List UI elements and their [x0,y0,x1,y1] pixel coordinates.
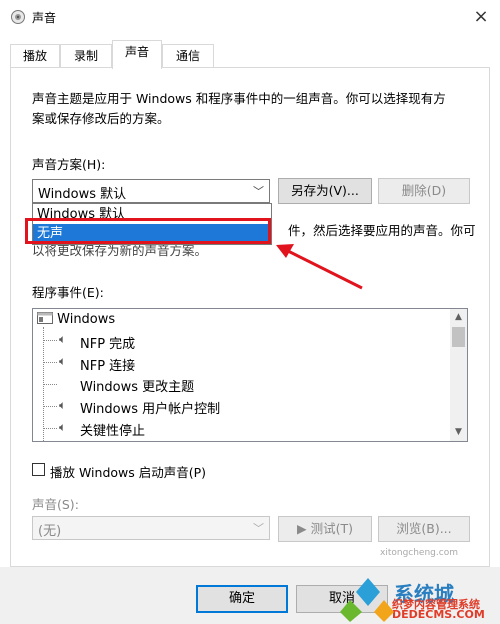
scheme-selected-value: Windows 默认 [38,187,127,202]
scheme-select[interactable]: Windows 默认 ﹀ [32,179,270,203]
sound-selected-value: (无) [38,524,62,539]
speaker-app-icon [10,9,26,25]
annotation-arrow [276,244,363,290]
tree-branch [43,406,57,407]
test-button[interactable]: ▶ 测试(T) [278,516,372,542]
list-item[interactable]: Windows 用户帐户控制 [80,398,220,417]
speaker-icon: 🔈︎ [59,398,67,412]
delete-button[interactable]: 删除(D) [378,178,470,204]
tree-branch [43,362,57,363]
close-icon[interactable]: × [468,4,494,30]
list-item[interactable]: NFP 完成 [80,333,135,352]
scroll-up-icon[interactable]: ▲ [450,309,467,326]
startup-sound-label: 播放 Windows 启动声音(P) [50,465,207,480]
chevron-down-icon: ﹀ [253,185,264,198]
browse-button[interactable]: 浏览(B)... [378,516,470,542]
intro-line-2: 案或保存修改后的方案。 [32,111,170,126]
speaker-icon: 🔈︎ [59,420,67,434]
tab-recording[interactable]: 录制 [60,44,112,68]
window-title: 声音 [32,11,57,25]
events-scrollbar[interactable]: ▲ ▼ [450,309,467,441]
tab-sounds[interactable]: 声音 [112,40,162,69]
window-icon [37,312,53,324]
tree-branch [43,384,57,385]
chevron-down-icon: ﹀ [253,522,264,535]
events-label: 程序事件(E): [32,285,104,300]
title-bar [0,0,500,34]
watermark-logo-icon [340,578,394,622]
list-item[interactable]: Windows 更改主题 [80,376,194,395]
scheme-label: 声音方案(H): [32,157,106,172]
list-item[interactable]: 关键性停止 [80,420,145,439]
startup-sound-checkbox[interactable] [32,463,45,476]
tree-branch [43,428,57,429]
tab-communications[interactable]: 通信 [162,44,214,68]
scroll-thumb[interactable] [452,327,465,347]
speaker-icon: 🔈︎ [59,354,67,368]
save-as-button[interactable]: 另存为(V)... [278,178,372,204]
watermark [340,560,500,624]
watermark-url: xitongcheng.com [380,548,458,558]
speaker-icon: 🔈︎ [59,332,67,346]
tab-playback[interactable]: 播放 [10,44,60,68]
sound-select[interactable]: (无) ﹀ [32,516,270,540]
sound-label: 声音(S): [32,497,79,512]
ok-button[interactable]: 确定 [196,585,288,613]
intro-line-1: 声音主题是应用于 Windows 和程序事件中的一组声音。你可以选择现有方 [32,91,446,106]
scroll-down-icon[interactable]: ▼ [450,424,467,441]
events-listbox[interactable]: Windows 🔈︎ NFP 完成 🔈︎ NFP 连接 Windows 更改主题… [32,308,468,442]
list-item-root[interactable]: Windows [37,312,115,327]
list-item[interactable]: NFP 连接 [80,355,135,374]
annotation-highlight-box [25,218,271,244]
tree-branch [43,340,57,341]
list-item-label: Windows [57,312,116,327]
